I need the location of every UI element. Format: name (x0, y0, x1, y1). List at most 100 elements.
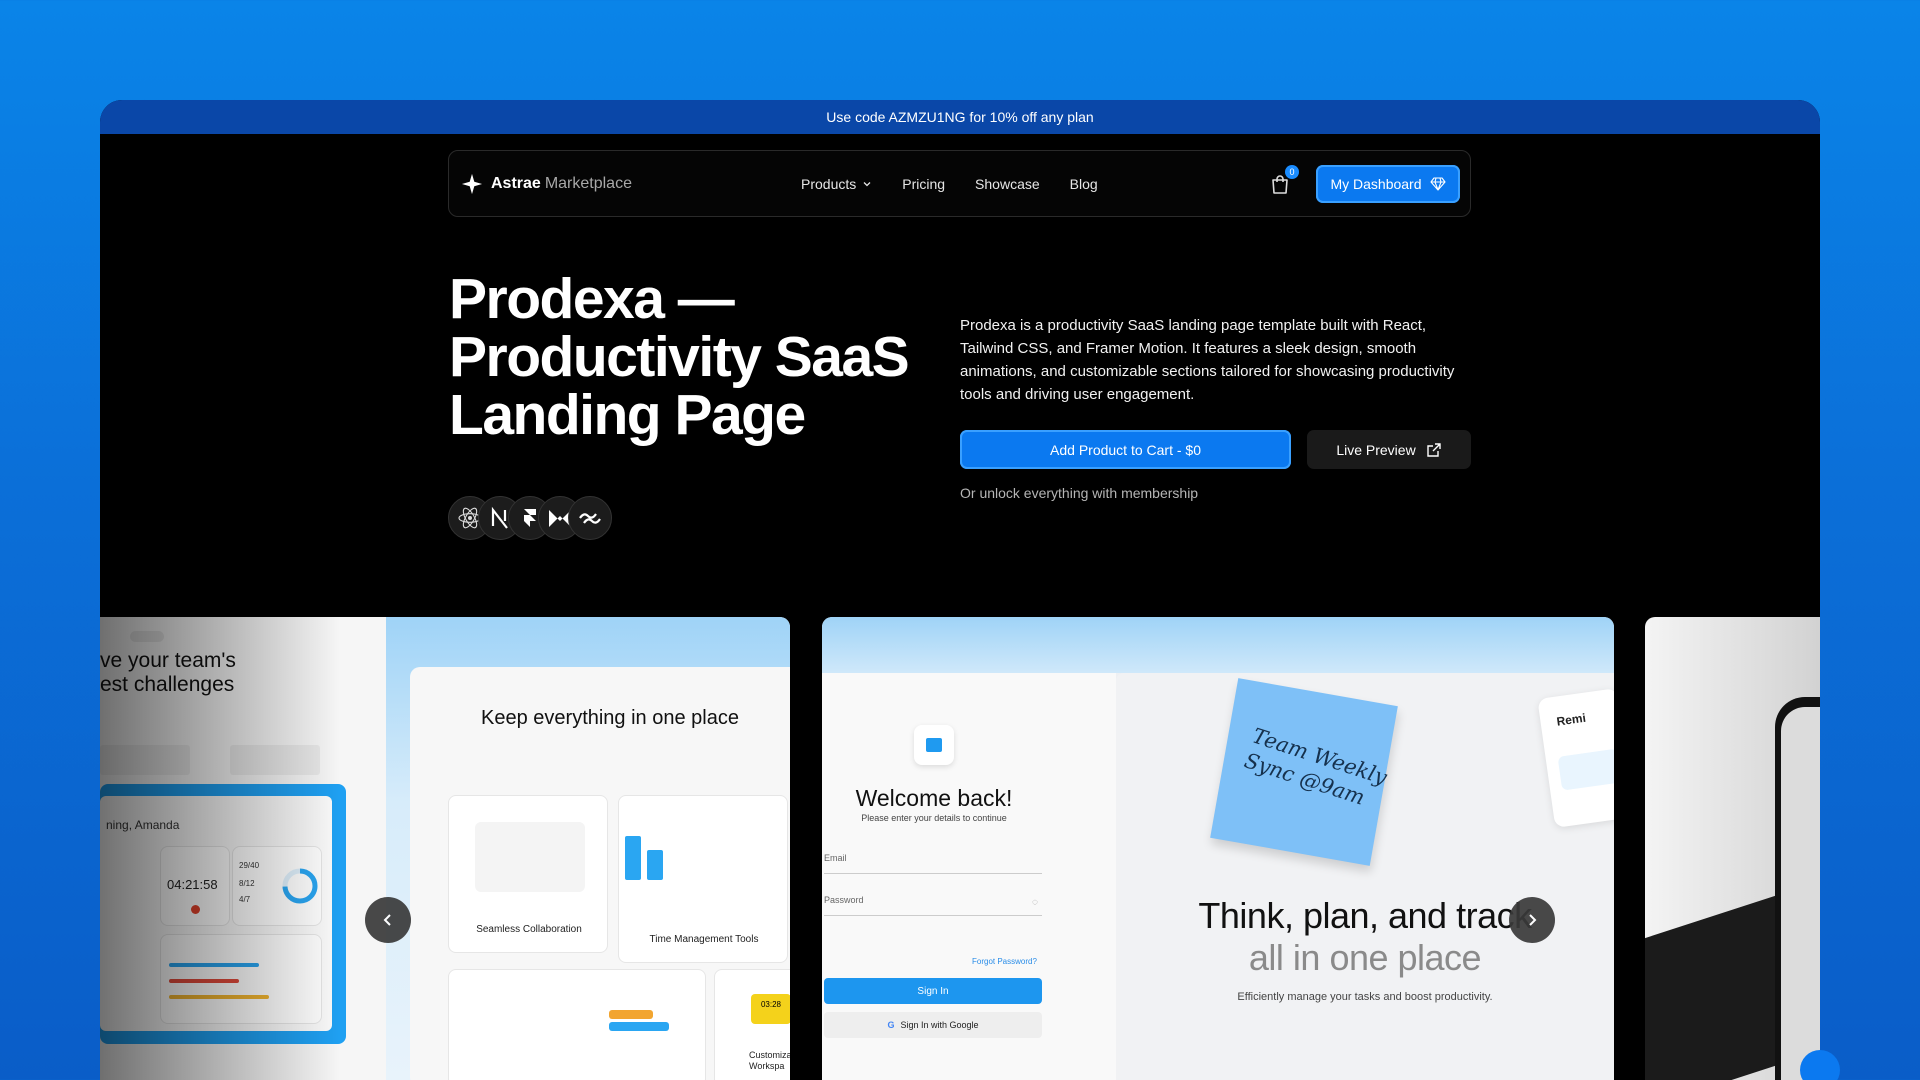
dashboard-label: My Dashboard (1330, 176, 1422, 192)
card-left-panel: ve your team's est challenges ning, Aman… (100, 617, 386, 1080)
title-line: Prodexa — (449, 267, 735, 331)
chevron-right-icon (1529, 914, 1537, 926)
label-pill (130, 631, 164, 642)
email-label: Email (824, 853, 847, 863)
reminder-item (1557, 748, 1614, 791)
membership-link[interactable]: Or unlock everything with membership (960, 485, 1198, 501)
timer-value: 04:21:58 (167, 877, 218, 892)
activity-card: 29/40 8/12 4/7 (232, 846, 322, 926)
tagline: Efficiently manage your tasks and boost … (1237, 991, 1493, 1003)
live-preview-label: Live Preview (1336, 441, 1416, 458)
promo-text: Use code AZMZU1NG for 10% off any plan (826, 109, 1094, 125)
nav-link-label: Products (801, 175, 857, 192)
forgot-password-link[interactable]: Forgot Password? (972, 957, 1037, 966)
headline-line: est challenges (100, 673, 235, 696)
google-label: Sign In with Google (900, 1020, 979, 1030)
task-bar (169, 963, 259, 967)
preview-gallery: ve your team's est challenges ning, Aman… (100, 617, 1820, 1080)
email-field[interactable] (824, 873, 1042, 874)
add-to-cart-button[interactable]: Add Product to Cart - $0 (960, 430, 1291, 469)
headline-subline: all in one place (1248, 937, 1482, 978)
app-preview-bg: ning, Amanda 04:21:58 29/40 8/12 4/7 (100, 784, 346, 1044)
diamond-icon (1429, 177, 1446, 191)
timeline-card (448, 969, 706, 1080)
product-description: Prodexa is a productivity SaaS landing p… (960, 317, 1455, 403)
stop-icon (191, 905, 200, 914)
carousel-prev-button[interactable] (365, 897, 411, 943)
carousel-next-button[interactable] (1509, 897, 1555, 943)
timer-card: 04:21:58 (160, 846, 230, 926)
title-line: Productivity SaaS (449, 325, 910, 389)
chevron-down-icon (863, 181, 871, 186)
google-icon: G (887, 1020, 895, 1030)
login-panel: Welcome back! Please enter your details … (822, 673, 1116, 1080)
promo-banner: Use code AZMZU1NG for 10% off any plan (100, 100, 1820, 134)
password-label: Password (824, 895, 864, 905)
password-field[interactable] (824, 915, 1042, 916)
card-header-gradient (822, 617, 1614, 673)
feature-illustration (475, 822, 585, 892)
task-bar (169, 979, 239, 983)
gallery-card-2[interactable]: Welcome back! Please enter your details … (822, 617, 1614, 1080)
headline-line: ve your team's (100, 649, 236, 672)
nav-link-showcase[interactable]: Showcase (975, 176, 1040, 192)
stat-value: 4/7 (239, 895, 251, 904)
speaker-device (1645, 895, 1775, 1080)
bar-mark (625, 836, 641, 880)
browser-frame: Use code AZMZU1NG for 10% off any plan A… (100, 100, 1820, 1080)
brand-suffix: Marketplace (544, 174, 632, 192)
nav-link-products[interactable]: Products (801, 176, 872, 192)
stat-value: 29/40 (239, 861, 260, 870)
sticky-note: Team Weekly Sync @9am (1210, 678, 1398, 866)
cart-button[interactable]: 0 (1268, 165, 1299, 196)
eye-off-icon[interactable]: ◌ (1032, 897, 1038, 908)
card-headline: ve your team's est challenges (100, 649, 236, 697)
bar-mark (647, 850, 663, 880)
timeline-bar (609, 1022, 669, 1031)
sticky-note-text: Team Weekly Sync @9am (1241, 723, 1390, 810)
brand-name: Astrae (491, 174, 541, 192)
tech-stack-icons (448, 496, 612, 540)
gallery-card-1[interactable]: ve your team's est challenges ning, Aman… (100, 617, 790, 1080)
feature-card: 03:28 Customiza Workspa (714, 969, 790, 1080)
nav-links: Products Pricing Showcase Blog (801, 176, 1098, 192)
page-title: Prodexa — Productivity SaaS Landing Page (449, 270, 919, 444)
external-link-icon (1426, 442, 1441, 457)
my-dashboard-button[interactable]: My Dashboard (1316, 165, 1460, 203)
welcome-subtitle: Please enter your details to continue (861, 813, 1007, 823)
nav-link-blog[interactable]: Blog (1070, 176, 1098, 192)
nav-link-pricing[interactable]: Pricing (902, 176, 945, 192)
mini-timer: 03:28 (751, 994, 790, 1024)
progress-ring-icon (282, 868, 318, 904)
phone-screen (1781, 707, 1820, 1080)
text-block (100, 745, 190, 775)
top-nav: Astrae Marketplace Products Pricing Show… (448, 150, 1471, 217)
sign-in-button[interactable]: Sign In (824, 978, 1042, 1004)
title-line: Landing Page (449, 383, 806, 447)
tailwind-icon (568, 496, 612, 540)
live-preview-button[interactable]: Live Preview (1307, 430, 1471, 469)
stat-value: 8/12 (239, 879, 255, 888)
feature-card: Seamless Collaboration (448, 795, 608, 953)
chat-widget-button[interactable] (1800, 1050, 1840, 1080)
welcome-heading: Welcome back! (855, 785, 1013, 811)
task-bar (169, 995, 269, 999)
feature-title: Seamless Collaboration (476, 924, 582, 935)
feature-card: Time Management Tools (618, 795, 788, 963)
reminder-title: Remi (1555, 710, 1587, 729)
feature-title: Time Management Tools (649, 934, 759, 945)
cart-count-badge: 0 (1285, 165, 1299, 179)
sparkle-icon (461, 173, 483, 194)
app-logo-icon (914, 725, 954, 765)
greeting: ning, Amanda (106, 818, 180, 832)
text-block (230, 745, 320, 775)
brand-logo[interactable]: Astrae Marketplace (461, 173, 632, 195)
phone-device (1775, 697, 1820, 1080)
timeline-bar (609, 1010, 653, 1019)
tasks-card (160, 934, 322, 1024)
gallery-card-3[interactable] (1645, 617, 1820, 1080)
features-panel: Keep everything in one place Seamless Co… (410, 667, 790, 1080)
add-to-cart-label: Add Product to Cart - $0 (1050, 441, 1201, 458)
google-sign-in-button[interactable]: G Sign In with Google (824, 1012, 1042, 1038)
section-title: Keep everything in one place (481, 707, 739, 729)
